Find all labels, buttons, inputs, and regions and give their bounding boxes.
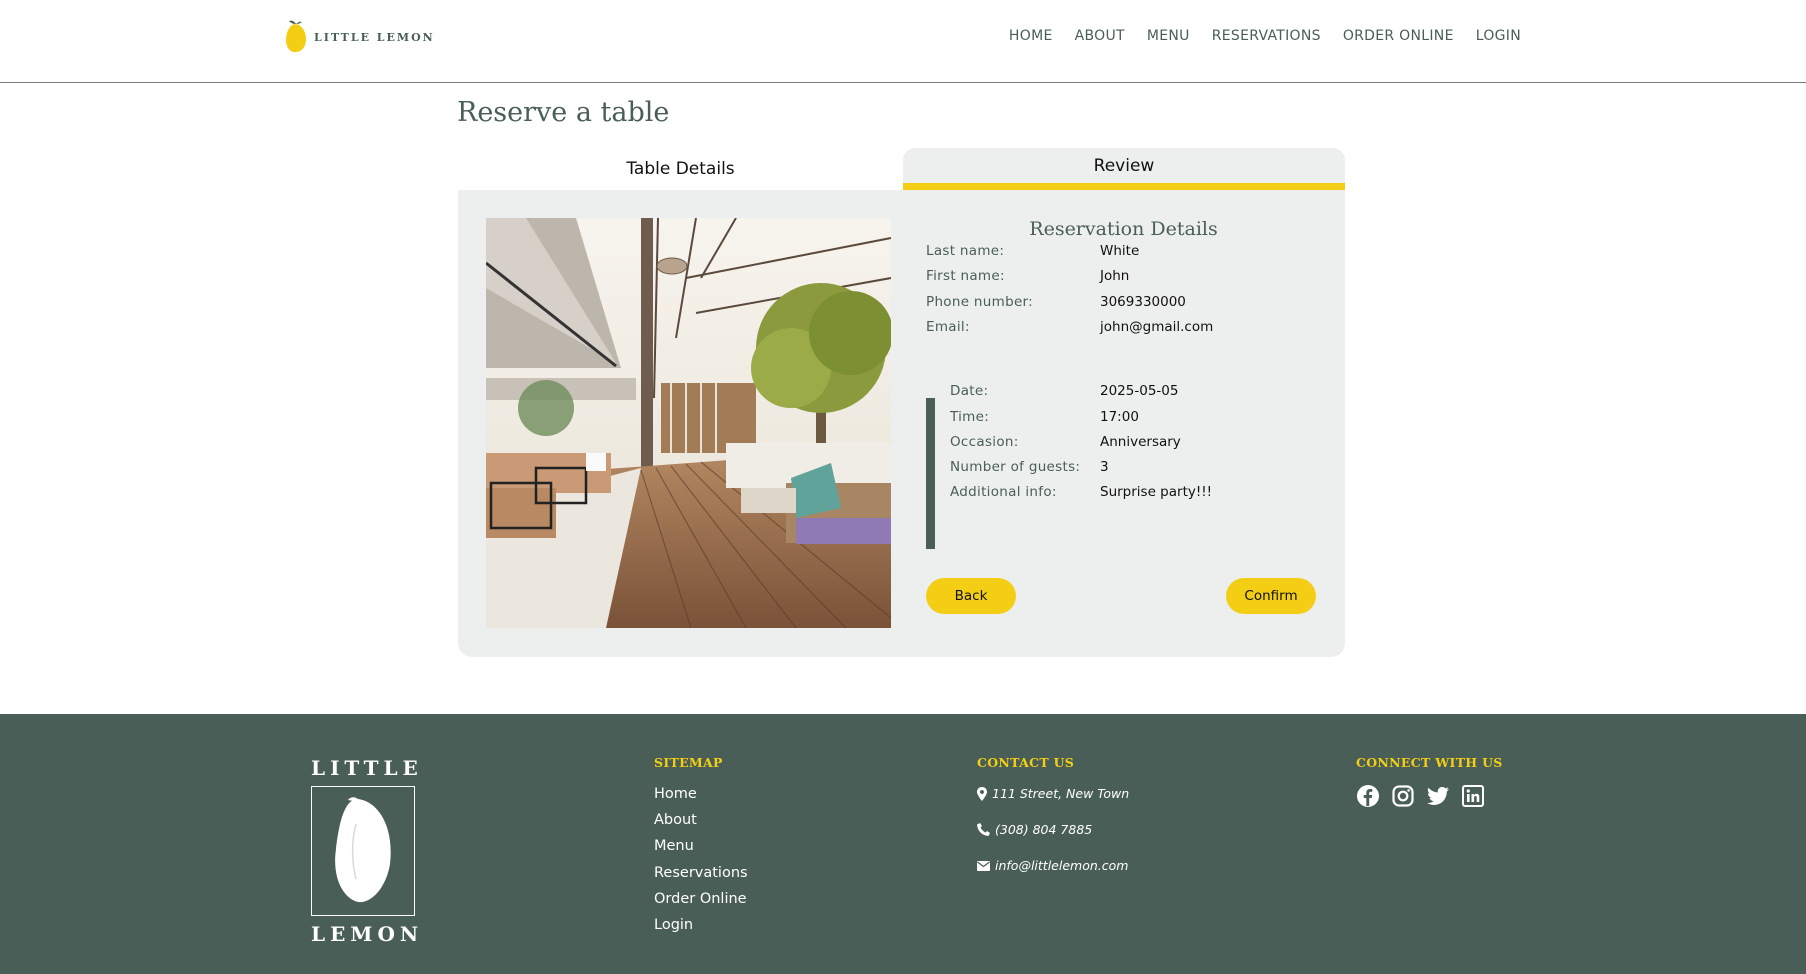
nav-home[interactable]: HOME bbox=[1009, 28, 1053, 44]
contact-email[interactable]: info@littlelemon.com bbox=[977, 858, 1128, 873]
detail-label: Date: bbox=[950, 383, 989, 399]
detail-value: 3 bbox=[1100, 459, 1109, 475]
nav-about[interactable]: ABOUT bbox=[1075, 28, 1125, 44]
social-links bbox=[1356, 784, 1496, 808]
detail-label: Time: bbox=[950, 409, 990, 425]
reservation-details-title: Reservation Details bbox=[1029, 218, 1218, 240]
details-accent-bar bbox=[926, 398, 935, 549]
nav-reservations[interactable]: RESERVATIONS bbox=[1212, 28, 1321, 44]
email-text: info@littlelemon.com bbox=[995, 858, 1129, 873]
reservation-tabs: Table Details Review bbox=[458, 148, 1345, 190]
detail-label: First name: bbox=[926, 268, 1005, 284]
footer-lemon-icon bbox=[311, 786, 415, 916]
footer-link-login[interactable]: Login bbox=[654, 917, 748, 943]
instagram-icon[interactable] bbox=[1391, 784, 1415, 808]
contact-heading: CONTACT US bbox=[977, 755, 1075, 770]
review-section: Reservation Details Last name: White Fir… bbox=[926, 190, 1326, 657]
footer-logo-bottom-text: LEMON bbox=[311, 922, 424, 946]
detail-value: White bbox=[1100, 243, 1140, 259]
detail-label: Last name: bbox=[926, 243, 1005, 259]
detail-value: Surprise party!!! bbox=[1100, 484, 1213, 500]
phone-text: (308) 804 7885 bbox=[995, 822, 1093, 837]
envelope-icon bbox=[977, 860, 990, 871]
detail-label: Additional info: bbox=[950, 484, 1057, 500]
footer-link-order-online[interactable]: Order Online bbox=[654, 891, 748, 917]
site-header: LITTLE LEMON HOME ABOUT MENU RESERVATION… bbox=[0, 0, 1806, 83]
sitemap-heading: SITEMAP bbox=[654, 755, 723, 770]
lemon-icon bbox=[286, 20, 306, 53]
back-button[interactable]: Back bbox=[926, 578, 1016, 614]
facebook-icon[interactable] bbox=[1356, 784, 1380, 808]
restaurant-terrace-photo bbox=[486, 218, 891, 628]
detail-value: John bbox=[1100, 268, 1130, 284]
connect-heading: CONNECT WITH US bbox=[1356, 755, 1503, 770]
nav-menu[interactable]: MENU bbox=[1147, 28, 1190, 44]
footer-link-reservations[interactable]: Reservations bbox=[654, 865, 748, 891]
detail-label: Email: bbox=[926, 319, 970, 335]
map-pin-icon bbox=[977, 786, 987, 801]
detail-value: 17:00 bbox=[1100, 409, 1139, 425]
site-footer: LITTLE LEMON SITEMAP Home About Menu Res… bbox=[0, 714, 1806, 974]
address-text: 111 Street, New Town bbox=[992, 786, 1130, 801]
detail-value: john@gmail.com bbox=[1100, 319, 1214, 335]
contact-phone[interactable]: (308) 804 7885 bbox=[977, 822, 1092, 837]
tab-table-details[interactable]: Table Details bbox=[458, 148, 903, 190]
reservation-panel: Reservation Details Last name: White Fir… bbox=[458, 190, 1345, 657]
footer-link-home[interactable]: Home bbox=[654, 786, 748, 812]
footer-logo[interactable]: LITTLE LEMON bbox=[311, 756, 424, 946]
twitter-icon[interactable] bbox=[1426, 784, 1450, 808]
detail-value: Anniversary bbox=[1100, 434, 1181, 450]
main-nav: HOME ABOUT MENU RESERVATIONS ORDER ONLIN… bbox=[987, 28, 1521, 44]
detail-label: Phone number: bbox=[926, 294, 1034, 310]
contact-address: 111 Street, New Town bbox=[977, 786, 1129, 801]
tab-review[interactable]: Review bbox=[903, 148, 1345, 190]
detail-value: 3069330000 bbox=[1100, 294, 1186, 310]
nav-login[interactable]: LOGIN bbox=[1476, 28, 1521, 44]
detail-label: Occasion: bbox=[950, 434, 1019, 450]
logo-text: LITTLE LEMON bbox=[314, 30, 435, 44]
detail-label: Number of guests: bbox=[950, 459, 1081, 475]
confirm-button[interactable]: Confirm bbox=[1226, 578, 1316, 614]
linkedin-icon[interactable] bbox=[1461, 784, 1485, 808]
page-title: Reserve a table bbox=[457, 97, 670, 128]
detail-value: 2025-05-05 bbox=[1100, 383, 1179, 399]
sitemap-links: Home About Menu Reservations Order Onlin… bbox=[654, 786, 748, 943]
site-logo[interactable]: LITTLE LEMON bbox=[284, 20, 435, 54]
footer-link-menu[interactable]: Menu bbox=[654, 838, 748, 864]
footer-link-about[interactable]: About bbox=[654, 812, 748, 838]
footer-logo-top-text: LITTLE bbox=[311, 756, 423, 780]
nav-order-online[interactable]: ORDER ONLINE bbox=[1343, 28, 1454, 44]
phone-icon bbox=[977, 823, 990, 836]
